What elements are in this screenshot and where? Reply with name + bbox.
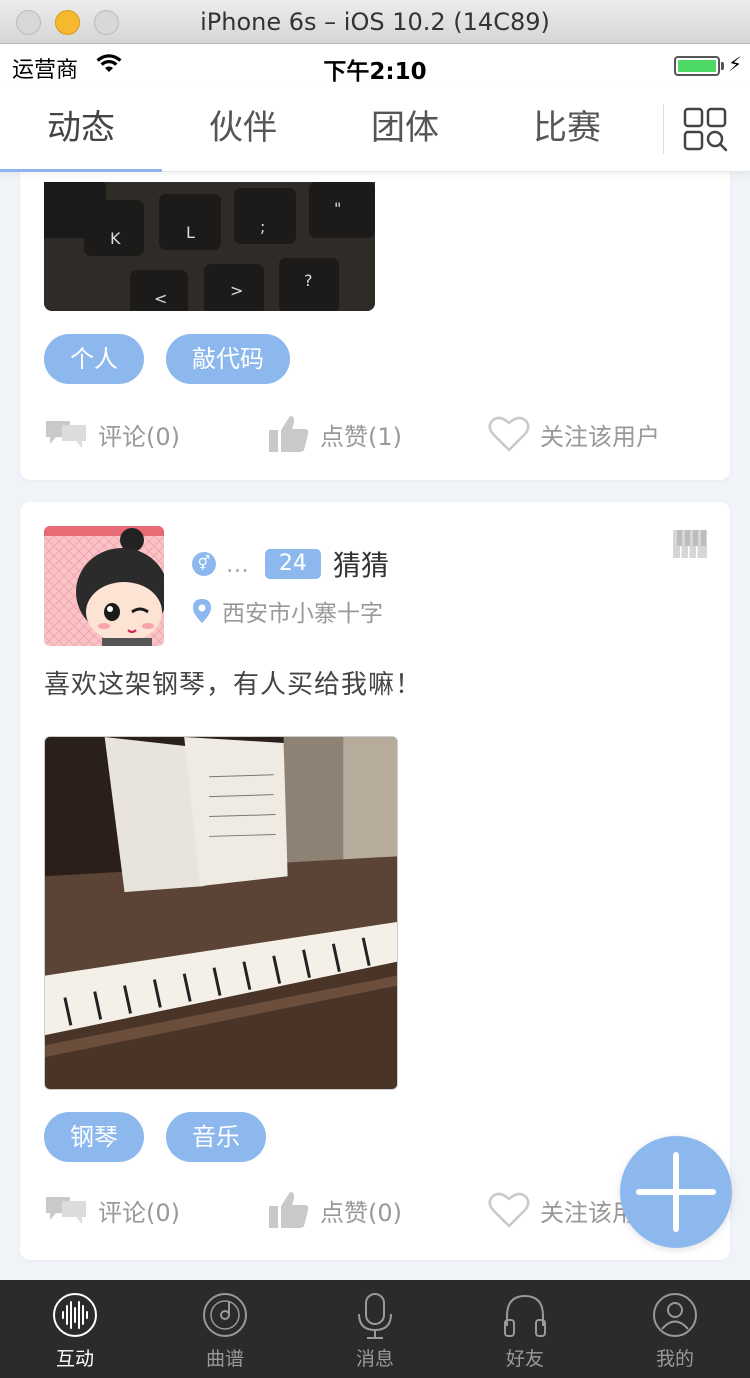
svg-text:L: L bbox=[186, 223, 195, 242]
svg-text:?: ? bbox=[304, 271, 313, 290]
tab-interaction[interactable]: 互动 bbox=[0, 1280, 150, 1378]
user-icon bbox=[653, 1293, 697, 1337]
feed-list[interactable]: K L ; " < > ? 个人 敲代码 评论(0) 点赞(1) 关注该用户 ⚥… bbox=[0, 172, 750, 1280]
keyboard-photo[interactable]: K L ; " < > ? bbox=[44, 182, 375, 311]
tab-groups[interactable]: 团体 bbox=[324, 86, 486, 172]
gender-icon: ⚥ bbox=[192, 552, 216, 576]
comment-label: 评论(0) bbox=[98, 422, 180, 451]
tab-label: 好友 bbox=[505, 1348, 544, 1370]
top-tab-bar: 动态 伙伴 团体 比赛 bbox=[0, 86, 750, 172]
window-title: iPhone 6s – iOS 10.2 (14C89) bbox=[200, 8, 550, 36]
heart-icon bbox=[488, 1192, 530, 1228]
name-ellipsis: ... bbox=[226, 550, 249, 578]
age-badge: 24 bbox=[264, 549, 321, 579]
post-card: ⚥ ... 24 猜猜 西安市小寨十字 喜欢这架钢琴，有人买给我嘛！ 钢琴 音乐… bbox=[20, 502, 730, 1260]
tab-sheet-music[interactable]: 曲谱 bbox=[150, 1280, 300, 1378]
avatar[interactable] bbox=[44, 526, 164, 646]
add-post-button[interactable] bbox=[620, 1136, 732, 1248]
status-bar: 运营商 下午2:10 ⚡ bbox=[0, 44, 750, 86]
comment-icon bbox=[46, 421, 86, 448]
follow-button[interactable]: 关注该用户 bbox=[488, 412, 660, 456]
comment-label: 评论(0) bbox=[98, 1198, 180, 1227]
location: 西安市小寨十字 bbox=[192, 594, 383, 628]
headphones-icon bbox=[504, 1294, 546, 1337]
like-label: 点赞(0) bbox=[320, 1198, 402, 1227]
tab-label: 我的 bbox=[655, 1348, 694, 1370]
soundwave-icon bbox=[53, 1293, 97, 1337]
tag-chip[interactable]: 个人 bbox=[44, 334, 144, 384]
tag-chip[interactable]: 钢琴 bbox=[44, 1112, 144, 1162]
post-actions: 评论(0) 点赞(1) 关注该用户 bbox=[44, 412, 694, 456]
like-button[interactable]: 点赞(0) bbox=[268, 1188, 402, 1232]
svg-text:<: < bbox=[154, 289, 167, 308]
location-pin-icon bbox=[193, 599, 211, 623]
svg-text:>: > bbox=[230, 281, 243, 300]
svg-text:K: K bbox=[110, 229, 121, 248]
comment-button[interactable]: 评论(0) bbox=[44, 412, 180, 456]
tag-chip[interactable]: 音乐 bbox=[166, 1112, 266, 1162]
disc-icon bbox=[203, 1293, 247, 1337]
post-text: 喜欢这架钢琴，有人买给我嘛！ bbox=[44, 670, 423, 700]
comment-button[interactable]: 评论(0) bbox=[44, 1188, 180, 1232]
tab-messages[interactable]: 消息 bbox=[300, 1280, 450, 1378]
piano-icon bbox=[673, 530, 707, 558]
tag-chip[interactable]: 敲代码 bbox=[166, 334, 290, 384]
microphone-icon bbox=[358, 1293, 392, 1339]
svg-text:": " bbox=[334, 199, 341, 218]
like-label: 点赞(1) bbox=[320, 422, 402, 451]
tab-dynamic[interactable]: 动态 bbox=[0, 86, 162, 172]
tab-divider bbox=[663, 104, 664, 154]
grid-search-icon[interactable] bbox=[678, 102, 732, 156]
thumbs-up-icon bbox=[269, 1192, 309, 1228]
username[interactable]: 猜猜 bbox=[333, 544, 389, 584]
simulator-title-bar: iPhone 6s – iOS 10.2 (14C89) bbox=[0, 0, 750, 44]
tab-friends[interactable]: 好友 bbox=[450, 1280, 600, 1378]
piano-photo[interactable] bbox=[44, 736, 398, 1090]
charging-icon: ⚡ bbox=[727, 52, 742, 76]
post-card: K L ; " < > ? 个人 敲代码 评论(0) 点赞(1) 关注该用户 bbox=[20, 172, 730, 480]
status-time: 下午2:10 bbox=[323, 59, 427, 85]
like-button[interactable]: 点赞(1) bbox=[268, 412, 402, 456]
tab-partners[interactable]: 伙伴 bbox=[162, 86, 324, 172]
active-tab-indicator bbox=[0, 169, 162, 172]
tab-label: 互动 bbox=[55, 1348, 94, 1370]
tab-profile[interactable]: 我的 bbox=[600, 1280, 750, 1378]
thumbs-up-icon bbox=[269, 416, 309, 452]
location-text: 西安市小寨十字 bbox=[222, 601, 383, 627]
battery-icon bbox=[674, 56, 720, 76]
tab-label: 曲谱 bbox=[205, 1348, 244, 1370]
battery-tip bbox=[721, 62, 724, 70]
tab-competitions[interactable]: 比赛 bbox=[486, 86, 648, 172]
heart-icon bbox=[488, 416, 530, 452]
svg-text:;: ; bbox=[260, 217, 265, 236]
tab-label: 消息 bbox=[355, 1348, 394, 1370]
comment-icon bbox=[46, 1197, 86, 1224]
bottom-tab-bar: 互动 曲谱 消息 好友 我的 bbox=[0, 1280, 750, 1378]
user-info: ⚥ ... 24 猜猜 bbox=[192, 544, 389, 584]
follow-label: 关注该用户 bbox=[540, 422, 660, 451]
post-actions: 评论(0) 点赞(0) 关注该用户 bbox=[44, 1188, 694, 1232]
